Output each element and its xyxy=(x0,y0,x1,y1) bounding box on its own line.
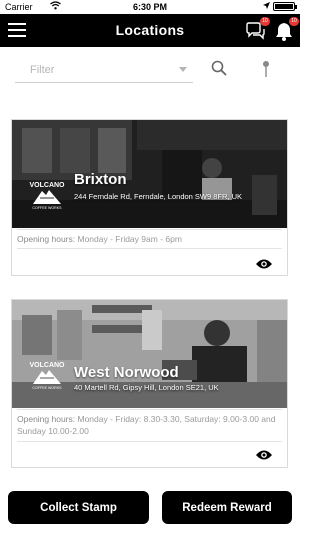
chevron-down-icon xyxy=(179,67,187,72)
logo-text: VOLCANO xyxy=(30,182,66,189)
opening-hours: Opening hours: Monday - Friday: 8.30-3.3… xyxy=(17,409,282,437)
chat-badge: 10 xyxy=(260,17,270,26)
map-pin-icon[interactable] xyxy=(260,60,272,78)
card-divider xyxy=(17,441,282,442)
view-location-eye-icon[interactable] xyxy=(255,257,273,269)
filter-dropdown[interactable]: Filter xyxy=(15,57,193,83)
location-name: West Norwood xyxy=(74,364,179,381)
location-address: 40 Martell Rd, Gipsy Hill, London SE21, … xyxy=(74,383,219,392)
bell-badge: 10 xyxy=(289,17,299,26)
battery-icon xyxy=(273,1,297,11)
opening-hours: Opening hours: Monday - Friday 9am - 6pm xyxy=(17,229,282,245)
logo-text: VOLCANO xyxy=(30,362,66,369)
filter-placeholder: Filter xyxy=(30,64,55,76)
clock-time: 6:30 PM xyxy=(132,2,167,12)
view-location-eye-icon[interactable] xyxy=(255,448,273,460)
logo-subtext: COFFEE WORKS xyxy=(32,206,62,210)
redeem-reward-button[interactable]: Redeem Reward xyxy=(162,491,292,524)
volcano-logo: VOLCANO COFFEE WORKS xyxy=(27,358,67,390)
hours-label: Opening hours: xyxy=(17,234,76,244)
search-icon[interactable] xyxy=(211,60,227,76)
hours-label: Opening hours: xyxy=(17,414,76,424)
notifications-button[interactable]: 10 xyxy=(273,17,299,42)
location-photo[interactable] xyxy=(12,120,287,228)
collect-stamp-button[interactable]: Collect Stamp xyxy=(8,491,149,524)
card-divider xyxy=(17,248,282,249)
location-name: Brixton xyxy=(74,171,127,188)
hours-value: Monday - Friday 9am - 6pm xyxy=(77,234,182,244)
location-address: 244 Ferndale Rd, Ferndale, London SW9 8F… xyxy=(74,192,243,201)
volcano-logo: VOLCANO COFFEE WORKS xyxy=(27,178,67,210)
nav-bar: Locations 10 10 xyxy=(0,14,300,47)
status-bar: Carrier 6:30 PM xyxy=(0,0,300,14)
location-card-brixton[interactable]: VOLCANO COFFEE WORKS Brixton 244 Ferndal… xyxy=(11,119,288,276)
logo-subtext: COFFEE WORKS xyxy=(32,386,62,390)
location-arrow-icon xyxy=(263,1,270,11)
chat-button[interactable]: 10 xyxy=(244,17,270,42)
location-card-west-norwood[interactable]: VOLCANO COFFEE WORKS West Norwood 40 Mar… xyxy=(11,299,288,468)
